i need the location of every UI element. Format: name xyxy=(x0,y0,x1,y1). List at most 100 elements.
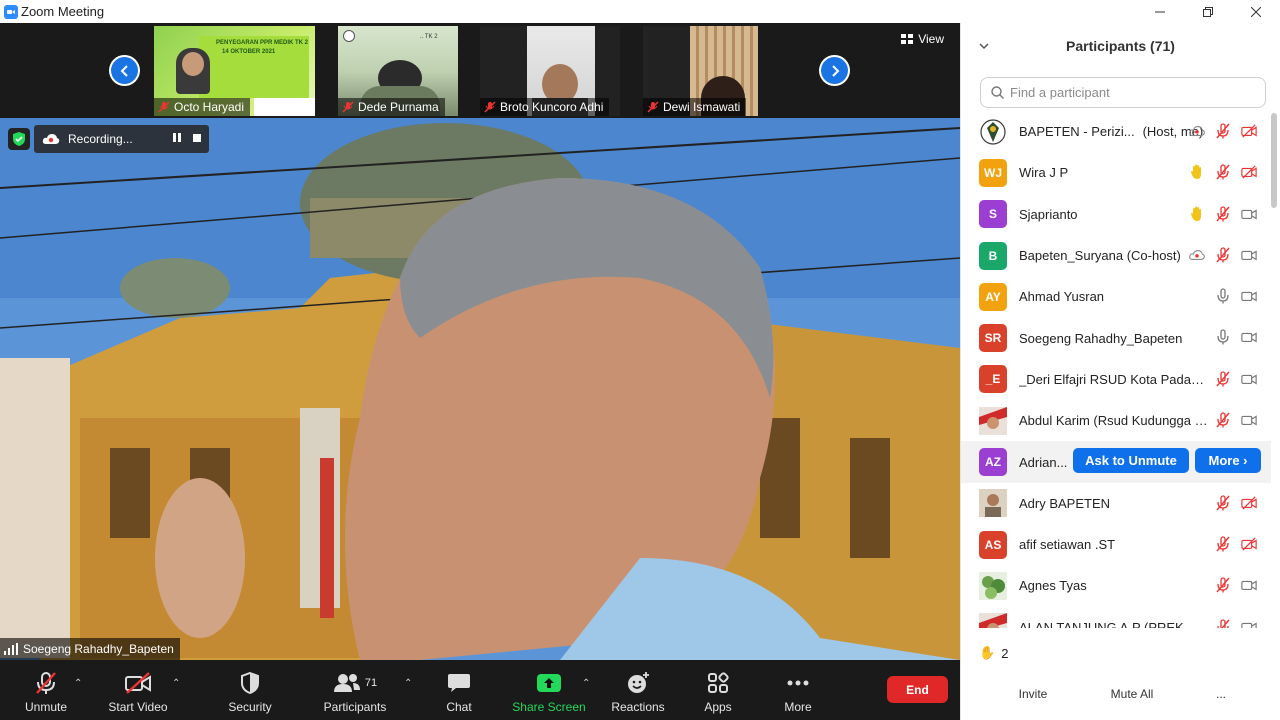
start-video-label: Start Video xyxy=(108,700,168,714)
mic-off-icon[interactable] xyxy=(1215,577,1231,593)
participant-row[interactable]: BAPETEN - Perizi... (Host, me) xyxy=(961,111,1271,152)
chevron-down-icon xyxy=(979,43,989,50)
video-icon[interactable] xyxy=(1241,412,1257,428)
participant-name: BAPETEN - Perizi... xyxy=(1019,124,1135,140)
video-thumbnail[interactable]: .. TK 2 Dede Purnama xyxy=(338,26,458,116)
strip-prev-button[interactable] xyxy=(109,55,140,86)
grid-view-icon xyxy=(901,34,914,44)
collapse-panel-button[interactable] xyxy=(979,39,989,53)
pause-recording-button[interactable] xyxy=(173,133,181,145)
participant-row[interactable]: ALAN TANJUNG A.P (PREK Mak... xyxy=(961,607,1271,628)
reactions-label: Reactions xyxy=(611,700,665,714)
video-thumbnail[interactable]: Broto Kuncoro Adhi xyxy=(480,26,620,116)
mic-icon[interactable] xyxy=(1215,329,1231,345)
unmute-label: Unmute xyxy=(24,700,68,714)
recording-label: Recording... xyxy=(68,132,133,146)
participant-row[interactable]: AS afif setiawan .ST xyxy=(961,524,1271,565)
video-icon[interactable] xyxy=(1241,288,1257,304)
security-shield-icon[interactable] xyxy=(8,128,30,150)
thumb-name-label: Dewi Ismawati xyxy=(643,98,747,116)
video-icon[interactable] xyxy=(1241,247,1257,263)
security-button[interactable]: Security xyxy=(222,660,278,720)
participant-row[interactable]: Adry BAPETEN xyxy=(961,483,1271,524)
share-options-caret[interactable]: ⌃ xyxy=(582,678,590,689)
gallery-strip: PENYEGARAN PPR MEDIK TK 2 14 OKTOBER 202… xyxy=(0,23,960,118)
participant-row[interactable]: Agnes Tyas xyxy=(961,565,1271,606)
participant-row[interactable]: AY Ahmad Yusran xyxy=(961,276,1271,317)
stop-recording-button[interactable] xyxy=(193,133,201,145)
avatar: AS xyxy=(979,530,1007,559)
participant-name: Abdul Karim (Rsud Kudungga K... xyxy=(1019,413,1211,429)
search-icon xyxy=(991,86,1004,99)
mic-icon[interactable] xyxy=(1215,288,1231,304)
zoom-app-icon xyxy=(4,4,18,19)
mic-off-icon[interactable] xyxy=(1215,536,1231,552)
participants-options-caret[interactable]: ⌃ xyxy=(404,678,412,689)
mic-off-icon[interactable] xyxy=(1215,164,1231,180)
mic-off-icon[interactable] xyxy=(1215,618,1231,628)
share-screen-button[interactable]: Share Screen xyxy=(508,660,590,720)
mic-off-icon[interactable] xyxy=(1215,247,1231,263)
ask-to-unmute-button[interactable]: Ask to Unmute xyxy=(1073,448,1189,474)
strip-next-button[interactable] xyxy=(819,55,850,86)
start-video-button[interactable]: Start Video xyxy=(104,660,172,720)
list-scrollbar[interactable] xyxy=(1271,113,1277,208)
unmute-button[interactable]: Unmute xyxy=(18,660,74,720)
video-icon[interactable] xyxy=(1241,371,1257,387)
participant-more-button[interactable]: More › xyxy=(1195,448,1261,474)
chat-button[interactable]: Chat xyxy=(436,660,482,720)
mic-off-icon[interactable] xyxy=(1215,205,1231,222)
video-icon[interactable] xyxy=(1241,619,1257,628)
participant-name: Bapeten_Suryana (Co-host) xyxy=(1019,248,1181,264)
close-button[interactable] xyxy=(1232,0,1280,23)
view-button[interactable]: View xyxy=(901,32,944,46)
participant-row[interactable]: B Bapeten_Suryana (Co-host) xyxy=(961,235,1271,276)
participants-label: Participants xyxy=(323,700,387,714)
video-off-icon[interactable] xyxy=(1241,123,1257,139)
participant-name: _Deri Elfajri RSUD Kota Padang ... xyxy=(1019,371,1211,387)
reactions-icon xyxy=(628,672,649,693)
participant-search[interactable] xyxy=(980,77,1266,108)
apps-button[interactable]: Apps xyxy=(696,660,740,720)
reactions-button[interactable]: Reactions xyxy=(606,660,670,720)
participant-row[interactable]: S Sjaprianto xyxy=(961,194,1271,235)
chevron-right-icon xyxy=(831,64,839,77)
more-button[interactable]: More xyxy=(776,660,820,720)
end-meeting-button[interactable]: End xyxy=(887,676,948,703)
video-icon[interactable] xyxy=(1241,329,1257,345)
mic-off-icon[interactable] xyxy=(1215,123,1231,139)
mic-off-icon[interactable] xyxy=(1215,412,1231,428)
mic-off-icon[interactable] xyxy=(1215,371,1231,387)
audio-options-caret[interactable]: ⌃ xyxy=(74,678,82,689)
participant-row[interactable]: AZ Adrian... Ask to Unmute More › xyxy=(961,441,1271,483)
video-off-icon[interactable] xyxy=(1241,536,1257,552)
video-icon[interactable] xyxy=(1241,206,1257,222)
mic-off-icon[interactable] xyxy=(1215,495,1231,511)
participant-row[interactable]: _E _Deri Elfajri RSUD Kota Padang ... xyxy=(961,359,1271,400)
video-off-icon[interactable] xyxy=(1241,495,1257,511)
video-options-caret[interactable]: ⌃ xyxy=(172,678,180,689)
maximize-button[interactable] xyxy=(1184,0,1232,23)
video-off-icon xyxy=(125,672,151,694)
mute-all-button[interactable]: Mute All xyxy=(1101,681,1163,707)
shield-icon xyxy=(241,672,259,694)
active-speaker-label: Soegeng Rahadhy_Bapeten xyxy=(0,638,180,660)
search-input[interactable] xyxy=(1010,85,1250,100)
video-icon[interactable] xyxy=(1241,577,1257,593)
participant-list: BAPETEN - Perizi... (Host, me) WJ Wira J P S… xyxy=(961,111,1271,628)
participant-row[interactable]: Abdul Karim (Rsud Kudungga K... xyxy=(961,400,1271,441)
minimize-button[interactable] xyxy=(1136,0,1184,23)
avatar: AY xyxy=(979,282,1007,311)
raised-hands-count: ✋ 2 xyxy=(979,645,1009,661)
participants-button[interactable]: 71 Participants xyxy=(318,660,392,720)
panel-header: Participants (71) xyxy=(961,23,1280,69)
invite-button[interactable]: Invite xyxy=(1011,681,1055,707)
participant-name: Adry BAPETEN xyxy=(1019,495,1111,511)
mic-muted-icon xyxy=(36,672,56,694)
participant-row[interactable]: SR Soegeng Rahadhy_Bapeten xyxy=(961,317,1271,358)
video-thumbnail[interactable]: Dewi Ismawati xyxy=(643,26,758,116)
video-thumbnail[interactable]: PENYEGARAN PPR MEDIK TK 2 14 OKTOBER 202… xyxy=(154,26,315,116)
panel-more-button[interactable]: ... xyxy=(1211,681,1231,707)
participant-row[interactable]: WJ Wira J P xyxy=(961,152,1271,193)
video-off-icon[interactable] xyxy=(1241,164,1257,180)
